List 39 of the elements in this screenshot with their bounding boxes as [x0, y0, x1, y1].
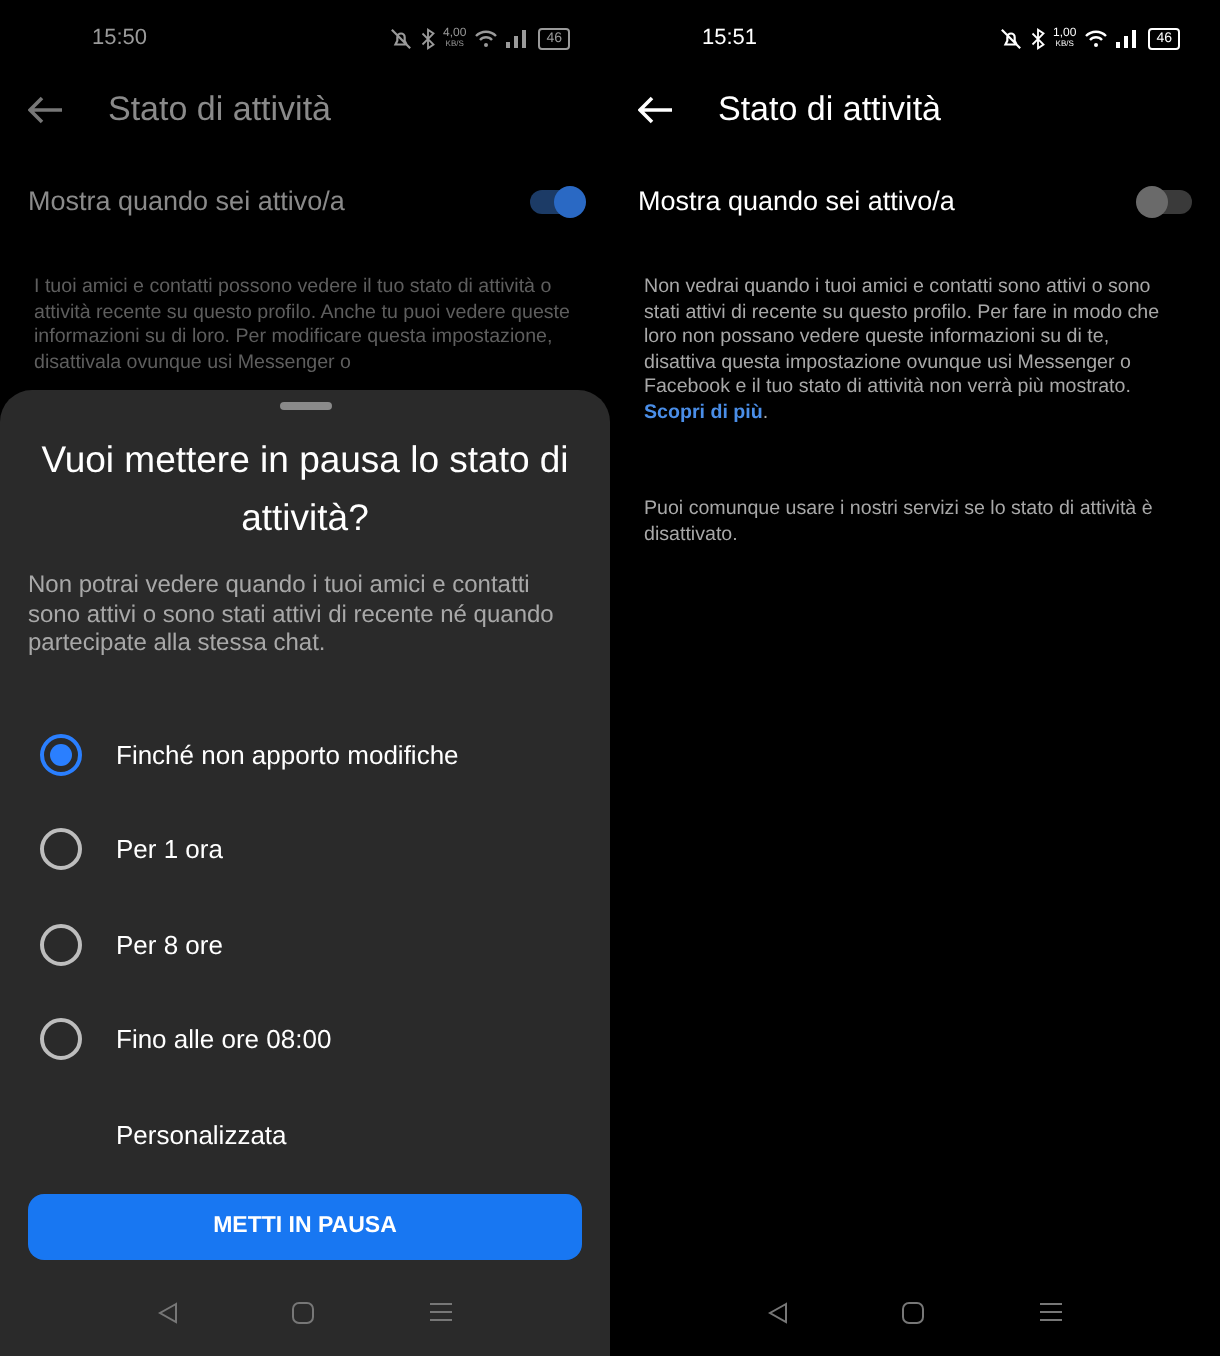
- toggle-label: Mostra quando sei attivo/a: [638, 183, 955, 220]
- menu-nav-icon[interactable]: [1040, 1302, 1063, 1322]
- sheet-title: Vuoi mettere in pausa lo stato di attività?: [39, 436, 571, 542]
- radio-button[interactable]: [40, 1018, 82, 1061]
- description-text: I tuoi amici e contatti possono vedere il tuo stato di attività o attività recente su questo profilo. Anche tu puoi vedere queste informazioni su di loro. Per modificare questa impostazione, disattivala ovunque usi Messenger o: [32, 276, 572, 376]
- screen-title: Stato di attività: [718, 88, 942, 133]
- pause-option[interactable]: Per 8 ore: [0, 897, 610, 992]
- wifi-icon: [474, 28, 499, 48]
- bluetooth-icon: [1029, 27, 1046, 49]
- menu-nav-icon[interactable]: [430, 1302, 453, 1322]
- drag-handle[interactable]: [279, 402, 331, 410]
- radio-button[interactable]: [40, 923, 82, 966]
- sheet-text: Non potrai vedere quando i tuoi amici e contatti sono attivi o sono stati attivi di recente né quando partecipate alla stessa chat.: [26, 570, 556, 657]
- learn-more-link[interactable]: Scopri di più: [644, 401, 763, 423]
- toggle-label: Mostra quando sei attivo/a: [28, 183, 345, 220]
- pause-option[interactable]: Fino alle ore 08:00: [0, 992, 610, 1087]
- wifi-icon: [1084, 28, 1109, 48]
- home-nav-icon[interactable]: [902, 1301, 925, 1323]
- radio-button[interactable]: [40, 828, 82, 871]
- pause-option[interactable]: Personalizzata: [0, 1087, 610, 1182]
- back-nav-icon[interactable]: [157, 1301, 178, 1323]
- signal-icon: [1116, 29, 1137, 47]
- home-nav-icon[interactable]: [292, 1301, 315, 1323]
- note-text: Puoi comunque usare i nostri servizi se lo stato di attività è disattivato.: [642, 498, 1155, 548]
- activity-switch[interactable]: [1140, 190, 1192, 214]
- activity-switch[interactable]: [530, 190, 582, 214]
- signal-icon: [506, 29, 527, 47]
- pause-button[interactable]: METTI IN PAUSA: [28, 1194, 582, 1260]
- status-time: 15:50: [92, 23, 148, 54]
- bluetooth-icon: [419, 27, 436, 49]
- mute-icon: [389, 27, 412, 49]
- description-text: Non vedrai quando i tuoi amici e contatti sono attivi o sono stati attivi di recente su questo profilo. Per fare in modo che loro non possano vedere queste informazioni su di te, disattiva questa impostazione ovunque usi Messenger o Facebook e il tuo stato di attività non verrà più mostrato. Scopri di più.: [642, 276, 1162, 426]
- pause-option[interactable]: Per 1 ora: [0, 802, 610, 897]
- pause-option[interactable]: Finché non apporto modifiche: [0, 707, 610, 802]
- radio-button[interactable]: [40, 733, 82, 776]
- mute-icon: [999, 27, 1022, 49]
- back-nav-icon[interactable]: [767, 1301, 788, 1323]
- screen-title: Stato di attività: [108, 88, 332, 133]
- status-time: 15:51: [702, 23, 758, 54]
